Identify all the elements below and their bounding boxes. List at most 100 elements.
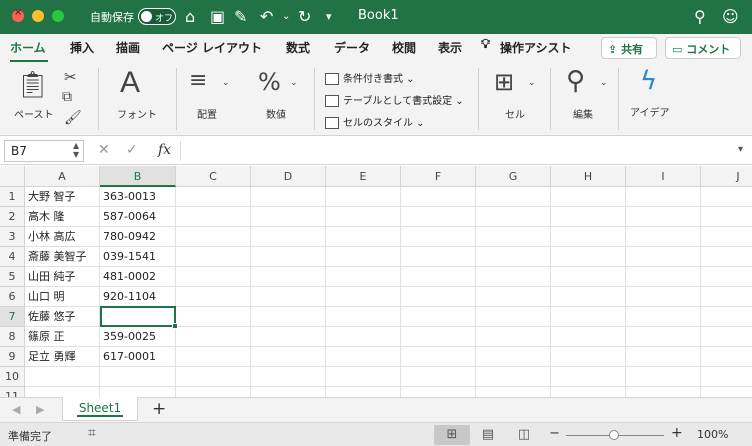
search-icon[interactable]: ⚲ bbox=[566, 66, 585, 96]
page-break-view-button[interactable]: ◫ bbox=[506, 425, 542, 445]
column-header-j[interactable]: J bbox=[701, 166, 752, 187]
cell-b2[interactable]: 587-0064 bbox=[100, 207, 176, 227]
column-header-g[interactable]: G bbox=[476, 166, 551, 187]
row-header[interactable]: 5 bbox=[0, 267, 25, 287]
cell-d4[interactable] bbox=[251, 247, 326, 267]
macro-record-icon[interactable]: ⌗ bbox=[88, 425, 96, 441]
comments-button[interactable]: ▭ コメント bbox=[665, 37, 741, 59]
home-icon[interactable]: ⌂ bbox=[185, 7, 195, 26]
cell-h10[interactable] bbox=[551, 367, 626, 387]
sheet-tab-sheet1[interactable]: Sheet1 bbox=[62, 397, 138, 421]
cell-e3[interactable] bbox=[326, 227, 401, 247]
row-header[interactable]: 10 bbox=[0, 367, 25, 387]
cell-j2[interactable] bbox=[701, 207, 752, 227]
cell-i4[interactable] bbox=[626, 247, 701, 267]
column-header-i[interactable]: I bbox=[626, 166, 701, 187]
undo-icon[interactable]: ↶ bbox=[260, 7, 273, 26]
cell-i2[interactable] bbox=[626, 207, 701, 227]
cell-b5[interactable]: 481-0002 bbox=[100, 267, 176, 287]
cell-i1[interactable] bbox=[626, 187, 701, 207]
row-header[interactable]: 4 bbox=[0, 247, 25, 267]
chevron-down-icon[interactable]: ⌄ bbox=[290, 78, 298, 88]
cell-i5[interactable] bbox=[626, 267, 701, 287]
cell-d2[interactable] bbox=[251, 207, 326, 227]
column-header-f[interactable]: F bbox=[401, 166, 476, 187]
cell-j6[interactable] bbox=[701, 287, 752, 307]
edit-icon[interactable]: ✎ bbox=[234, 7, 247, 26]
cell-d7[interactable] bbox=[251, 307, 326, 327]
cell-g7[interactable] bbox=[476, 307, 551, 327]
cell-g6[interactable] bbox=[476, 287, 551, 307]
cell-f2[interactable] bbox=[401, 207, 476, 227]
cell-e1[interactable] bbox=[326, 187, 401, 207]
cell-f7[interactable] bbox=[401, 307, 476, 327]
tab-tell-me[interactable]: 操作アシスト bbox=[500, 39, 572, 56]
cell-j3[interactable] bbox=[701, 227, 752, 247]
fx-icon[interactable]: fx bbox=[158, 142, 171, 158]
cell-g1[interactable] bbox=[476, 187, 551, 207]
autosave-toggle[interactable]: オフ bbox=[138, 8, 176, 25]
cell-j5[interactable] bbox=[701, 267, 752, 287]
normal-view-button[interactable]: ⊞ bbox=[434, 425, 470, 445]
column-header-d[interactable]: D bbox=[251, 166, 326, 187]
cell-h6[interactable] bbox=[551, 287, 626, 307]
cell-j1[interactable] bbox=[701, 187, 752, 207]
cell-f11[interactable] bbox=[401, 387, 476, 397]
tab-data[interactable]: データ bbox=[334, 39, 370, 56]
cell-c5[interactable] bbox=[176, 267, 251, 287]
cell-c10[interactable] bbox=[176, 367, 251, 387]
row-header[interactable]: 11 bbox=[0, 387, 25, 397]
cell-c1[interactable] bbox=[176, 187, 251, 207]
cell-g9[interactable] bbox=[476, 347, 551, 367]
share-button[interactable]: ⇪ 共有 bbox=[601, 37, 657, 59]
percent-icon[interactable]: % bbox=[258, 68, 281, 96]
tab-review[interactable]: 校閲 bbox=[392, 39, 416, 56]
column-header-a[interactable]: A bbox=[25, 166, 100, 187]
cell-i11[interactable] bbox=[626, 387, 701, 397]
undo-dropdown-icon[interactable]: ⌄ bbox=[282, 11, 290, 22]
cell-c11[interactable] bbox=[176, 387, 251, 397]
cell-j9[interactable] bbox=[701, 347, 752, 367]
column-header-c[interactable]: C bbox=[176, 166, 251, 187]
cell-g4[interactable] bbox=[476, 247, 551, 267]
cell-d6[interactable] bbox=[251, 287, 326, 307]
cell-h9[interactable] bbox=[551, 347, 626, 367]
cell-h7[interactable] bbox=[551, 307, 626, 327]
tab-draw[interactable]: 描画 bbox=[116, 39, 140, 56]
cell-b8[interactable]: 359-0025 bbox=[100, 327, 176, 347]
cell-b1[interactable]: 363-0013 bbox=[100, 187, 176, 207]
zoom-slider-thumb[interactable] bbox=[609, 430, 619, 440]
cell-a7[interactable]: 佐藤 悠子 bbox=[25, 307, 100, 327]
cell-a11[interactable] bbox=[25, 387, 100, 397]
cell-b11[interactable] bbox=[100, 387, 176, 397]
expand-formula-icon[interactable]: ▾ bbox=[738, 144, 743, 155]
cell-c3[interactable] bbox=[176, 227, 251, 247]
cell-e4[interactable] bbox=[326, 247, 401, 267]
cell-c7[interactable] bbox=[176, 307, 251, 327]
page-layout-view-button[interactable]: ▤ bbox=[470, 425, 506, 445]
tab-formulas[interactable]: 数式 bbox=[286, 39, 310, 56]
cell-h3[interactable] bbox=[551, 227, 626, 247]
cell-h1[interactable] bbox=[551, 187, 626, 207]
copy-icon[interactable]: ⧉ bbox=[62, 89, 72, 105]
cell-b3[interactable]: 780-0942 bbox=[100, 227, 176, 247]
chevron-down-icon[interactable]: ⌄ bbox=[600, 78, 608, 88]
cell-e5[interactable] bbox=[326, 267, 401, 287]
cell-h2[interactable] bbox=[551, 207, 626, 227]
save-icon[interactable]: ▣ bbox=[210, 7, 225, 26]
cell-d9[interactable] bbox=[251, 347, 326, 367]
format-painter-icon[interactable]: 🖌︎ bbox=[64, 110, 82, 126]
cell-a4[interactable]: 斎藤 美智子 bbox=[25, 247, 100, 267]
next-sheet-icon[interactable]: ▶ bbox=[36, 403, 44, 416]
cell-g8[interactable] bbox=[476, 327, 551, 347]
cell-a8[interactable]: 篠原 正 bbox=[25, 327, 100, 347]
cell-a1[interactable]: 大野 智子 bbox=[25, 187, 100, 207]
cell-c8[interactable] bbox=[176, 327, 251, 347]
cell-e10[interactable] bbox=[326, 367, 401, 387]
row-header[interactable]: 7 bbox=[0, 307, 25, 327]
zoom-in-icon[interactable]: + bbox=[671, 425, 683, 441]
cell-c9[interactable] bbox=[176, 347, 251, 367]
cell-f3[interactable] bbox=[401, 227, 476, 247]
align-icon[interactable]: ≡ bbox=[189, 68, 207, 93]
row-header[interactable]: 9 bbox=[0, 347, 25, 367]
